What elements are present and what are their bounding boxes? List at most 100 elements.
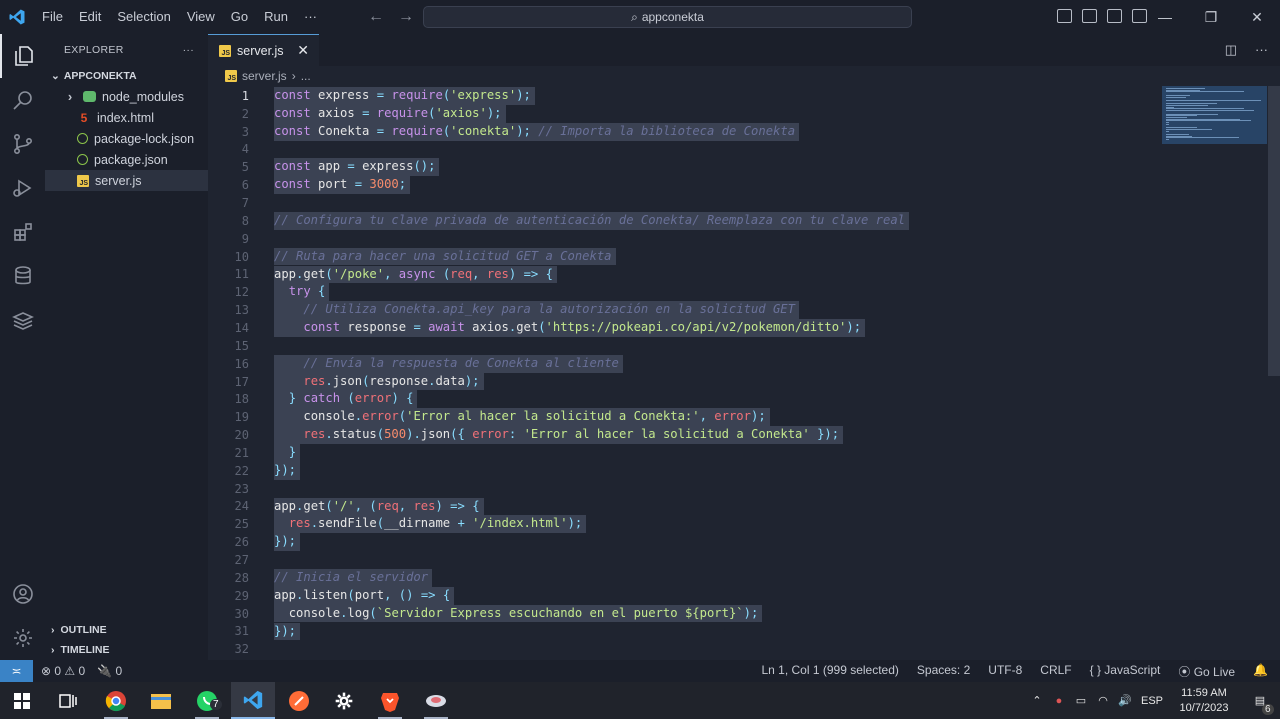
settings-gear-icon[interactable]: [322, 682, 366, 719]
restore-icon[interactable]: ❐: [1188, 0, 1234, 34]
extensions-icon[interactable]: [0, 210, 45, 254]
tree-item-index-html[interactable]: 5 index.html: [45, 107, 208, 128]
notifications-bell-icon[interactable]: 🔔: [1253, 663, 1268, 680]
encoding[interactable]: UTF-8: [988, 663, 1022, 680]
toggle-secondary-sidebar-icon[interactable]: [1107, 9, 1122, 23]
clock[interactable]: 11:59 AM 10/7/2023: [1168, 686, 1240, 716]
run-debug-icon[interactable]: [0, 166, 45, 210]
timeline-section[interactable]: › TIMELINE: [45, 640, 208, 660]
remote-indicator-icon[interactable]: ≍: [0, 660, 33, 682]
vscode-taskbar-icon[interactable]: [231, 682, 275, 719]
gear-icon[interactable]: [0, 616, 45, 660]
code-line[interactable]: 14 const response = await axios.get('htt…: [208, 319, 1268, 337]
ports-indicator[interactable]: 🔌 0: [97, 664, 122, 678]
tab-server-js[interactable]: JS server.js ✕: [208, 34, 319, 66]
breadcrumb-file[interactable]: server.js: [242, 69, 287, 83]
chevron-up-icon[interactable]: ⌃: [1026, 694, 1048, 707]
volume-icon[interactable]: 🔊: [1114, 694, 1136, 707]
code-line[interactable]: 16 // Envía la respuesta de Conekta al c…: [208, 354, 1268, 373]
toggle-panel-icon[interactable]: [1082, 9, 1097, 23]
code-line[interactable]: 10 // Ruta para hacer una solicitud GET a…: [208, 247, 1268, 266]
split-editor-icon[interactable]: ◫: [1225, 42, 1237, 58]
language-mode[interactable]: { } JavaScript: [1090, 663, 1161, 680]
code-line[interactable]: 25 res.sendFile(__dirname + '/index.html…: [208, 515, 1268, 534]
tree-item-package-json[interactable]: package.json: [45, 149, 208, 170]
code-line[interactable]: 6 const port = 3000;: [208, 176, 1268, 195]
go-live-button[interactable]: ⦿ Go Live: [1178, 663, 1235, 680]
tree-item-server-js[interactable]: JS server.js: [45, 170, 208, 191]
close-tab-icon[interactable]: ✕: [297, 42, 309, 59]
code-editor[interactable]: 1 const express = require('express'); 2 con…: [208, 86, 1268, 660]
search-icon[interactable]: [0, 78, 45, 122]
windows-start-icon[interactable]: [0, 682, 44, 719]
back-arrow-icon[interactable]: ←: [368, 0, 384, 34]
battery-icon[interactable]: ▭: [1070, 694, 1092, 707]
menu-run[interactable]: Run: [256, 0, 296, 34]
explorer-icon[interactable]: [0, 34, 45, 78]
code-line[interactable]: 21 }: [208, 444, 1268, 462]
code-line[interactable]: 20 res.status(500).json({ error: 'Error …: [208, 426, 1268, 444]
code-line[interactable]: 13 // Utiliza Conekta.api_key para la au…: [208, 301, 1268, 320]
code-line[interactable]: 5 const app = express();: [208, 158, 1268, 177]
toggle-primary-sidebar-icon[interactable]: [1057, 9, 1072, 23]
postman-icon[interactable]: [277, 682, 321, 719]
problems-indicator[interactable]: ⊗ 0 ⚠ 0: [41, 664, 85, 678]
command-center-search[interactable]: ⌕ appconekta: [423, 6, 912, 28]
outline-section[interactable]: › OUTLINE: [45, 620, 208, 640]
code-line[interactable]: 26});: [208, 533, 1268, 552]
explorer-more-button[interactable]: ···: [183, 44, 194, 56]
code-line[interactable]: 12 try {: [208, 283, 1268, 302]
forward-arrow-icon[interactable]: →: [398, 0, 414, 34]
language-indicator[interactable]: ESP: [1136, 695, 1168, 707]
code-line[interactable]: 8 // Configura tu clave privada de autent…: [208, 211, 1268, 230]
code-line[interactable]: 3 const Conekta = require('conekta'); // …: [208, 122, 1268, 141]
menu-view[interactable]: View: [179, 0, 223, 34]
file-explorer-icon[interactable]: [139, 682, 183, 719]
code-line[interactable]: 9: [208, 230, 1268, 248]
source-control-icon[interactable]: [0, 122, 45, 166]
code-line[interactable]: 24 app.get('/', (req, res) => {: [208, 497, 1268, 516]
tree-item-package-lock[interactable]: package-lock.json: [45, 128, 208, 149]
code-line[interactable]: 30 console.log(`Servidor Express escucha…: [208, 604, 1268, 623]
notifications-icon[interactable]: ▤ 6: [1240, 694, 1280, 715]
wifi-icon[interactable]: ◠: [1092, 694, 1114, 707]
more-actions-icon[interactable]: ···: [1255, 42, 1268, 58]
close-icon[interactable]: ✕: [1234, 0, 1280, 34]
vertical-scrollbar[interactable]: [1268, 86, 1280, 376]
cursor-position[interactable]: Ln 1, Col 1 (999 selected): [761, 663, 898, 680]
menu-file[interactable]: File: [34, 0, 71, 34]
brave-icon[interactable]: [368, 682, 412, 719]
code-line[interactable]: 18 } catch (error) {: [208, 390, 1268, 409]
indentation[interactable]: Spaces: 2: [917, 663, 970, 680]
task-view-icon[interactable]: [46, 682, 90, 719]
code-line[interactable]: 22});: [208, 461, 1268, 480]
code-line[interactable]: 29 app.listen(port, () => {: [208, 586, 1268, 605]
tree-item-node-modules[interactable]: › node_modules: [45, 86, 208, 107]
code-line[interactable]: 19 console.error('Error al hacer la soli…: [208, 408, 1268, 427]
code-line[interactable]: 32: [208, 640, 1268, 658]
breadcrumb-symbols[interactable]: ...: [301, 69, 311, 83]
code-line[interactable]: 27: [208, 551, 1268, 569]
code-line[interactable]: 17 res.json(response.data);: [208, 372, 1268, 391]
code-line[interactable]: 28 // Inicia el servidor: [208, 568, 1268, 587]
app-icon[interactable]: [414, 682, 458, 719]
code-line[interactable]: 15: [208, 337, 1268, 355]
account-icon[interactable]: [0, 572, 45, 616]
chrome-icon[interactable]: [94, 682, 138, 719]
code-line[interactable]: 11 app.get('/poke', async (req, res) => {: [208, 265, 1268, 284]
code-line[interactable]: 7: [208, 194, 1268, 212]
menu-go[interactable]: Go: [223, 0, 256, 34]
code-line[interactable]: 23: [208, 480, 1268, 498]
code-line[interactable]: 1 const express = require('express');: [208, 87, 1268, 105]
code-line[interactable]: 2 const axios = require('axios');: [208, 104, 1268, 123]
menu-selection[interactable]: Selection: [109, 0, 178, 34]
network-error-icon[interactable]: ●: [1048, 695, 1070, 707]
line-endings[interactable]: CRLF: [1040, 663, 1071, 680]
code-line[interactable]: 4: [208, 141, 1268, 159]
menu-more[interactable]: ···: [296, 0, 325, 34]
menu-edit[interactable]: Edit: [71, 0, 109, 34]
stack-icon[interactable]: [0, 298, 45, 342]
code-line[interactable]: 31});: [208, 622, 1268, 641]
workspace-root[interactable]: ⌄ APPCONEKTA: [45, 66, 208, 86]
database-icon[interactable]: [0, 254, 45, 298]
